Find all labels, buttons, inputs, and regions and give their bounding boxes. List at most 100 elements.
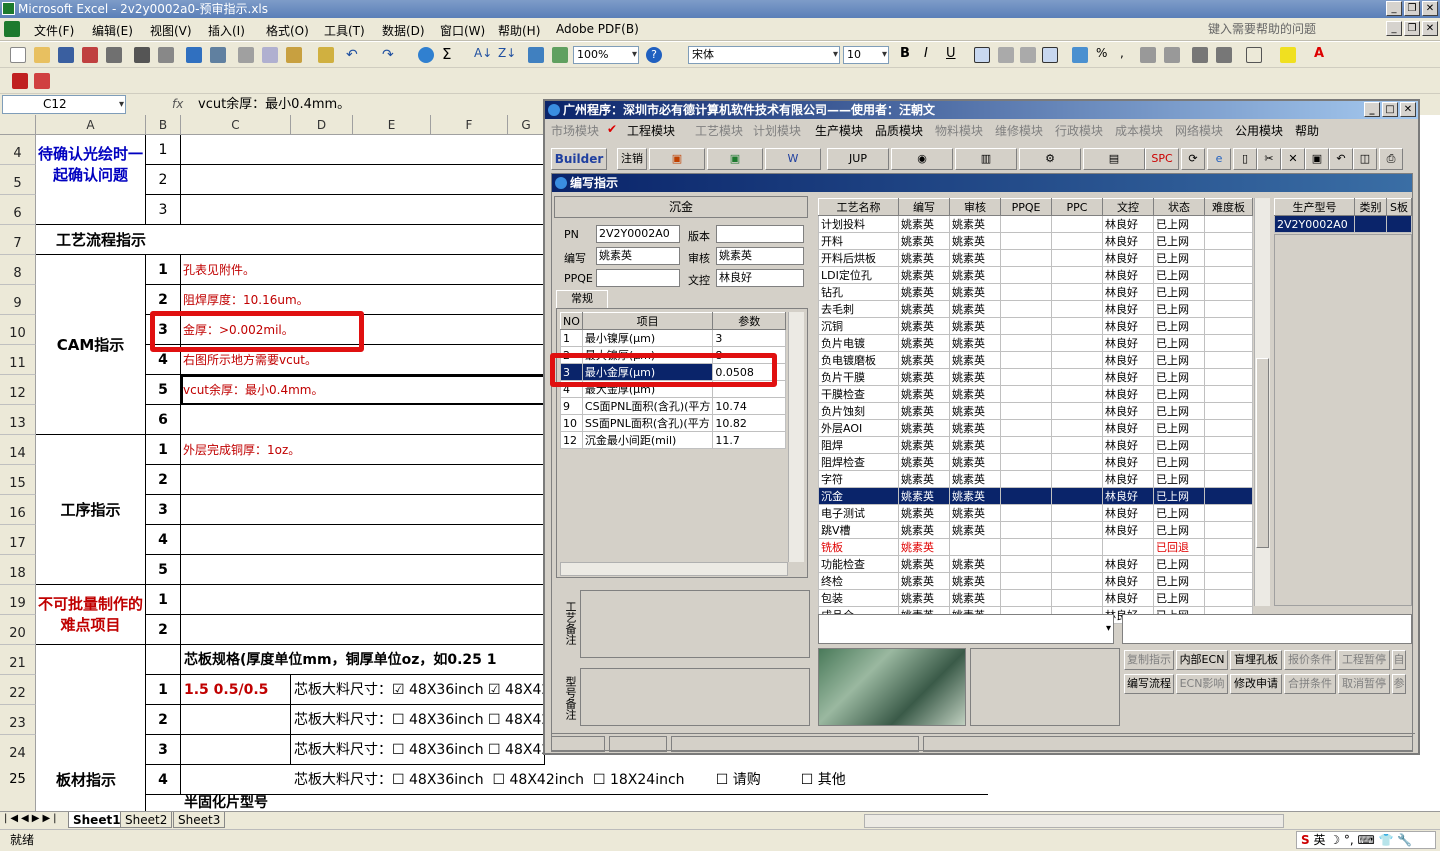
paste-icon[interactable]: [286, 47, 302, 63]
ppqe-field[interactable]: [596, 269, 680, 287]
process-row[interactable]: 计划投料 姚素英 姚素英 林良好 已上网: [818, 215, 1253, 233]
action-button[interactable]: 修改申请: [1230, 674, 1282, 694]
process-row[interactable]: 包装 姚素英 姚素英 林良好 已上网: [818, 589, 1253, 607]
process-row[interactable]: 干膜检查 姚素英 姚素英 林良好 已上网: [818, 385, 1253, 403]
autosum-icon[interactable]: Σ: [442, 45, 458, 63]
hyperlink-icon[interactable]: [418, 47, 434, 63]
process-header[interactable]: PPC: [1051, 198, 1103, 216]
help-search-input[interactable]: 键入需要帮助的问题: [1208, 20, 1388, 38]
undo-tool-icon[interactable]: ↶: [1329, 148, 1353, 170]
chart-wizard-icon[interactable]: [528, 47, 544, 63]
process-row[interactable]: 钻孔 姚素英 姚素英 林良好 已上网: [818, 283, 1253, 301]
increase-decimal-icon[interactable]: [1140, 47, 1156, 63]
col-header-b[interactable]: B: [146, 115, 181, 135]
menu-craft[interactable]: 工艺模块: [695, 122, 743, 139]
tab-sheet3[interactable]: Sheet3: [173, 812, 226, 828]
row-header[interactable]: 15: [0, 465, 36, 495]
horizontal-scrollbar[interactable]: [864, 814, 1284, 828]
print-preview-icon[interactable]: [158, 47, 174, 63]
row-header[interactable]: 24: [0, 735, 36, 765]
model-row[interactable]: 2V2Y0002A0: [1274, 215, 1412, 233]
doc-restore-button[interactable]: ❐: [1404, 21, 1420, 36]
version-field[interactable]: [716, 225, 804, 243]
copy-icon[interactable]: [262, 47, 278, 63]
menu-format[interactable]: 格式(O): [266, 22, 309, 39]
percent-icon[interactable]: %: [1096, 46, 1112, 62]
process-vscroll[interactable]: [1254, 198, 1270, 606]
col-header-e[interactable]: E: [353, 115, 431, 135]
cell[interactable]: [181, 195, 545, 225]
item-no[interactable]: 4: [146, 765, 181, 795]
core-size-row[interactable]: 芯板大料尺寸：☐ 48X36inch ☐ 48X42inch: [291, 705, 545, 735]
process-row[interactable]: 电子测试 姚素英 姚素英 林良好 已上网: [818, 504, 1253, 522]
restore-button[interactable]: ❐: [1404, 1, 1420, 16]
eye-icon[interactable]: ◉: [891, 148, 953, 170]
item-no[interactable]: 2: [146, 615, 181, 645]
checkbox[interactable]: ☐: [488, 712, 501, 728]
name-box[interactable]: C12: [2, 95, 126, 114]
row-header[interactable]: 18: [0, 555, 36, 585]
item-no[interactable]: 3: [146, 735, 181, 765]
item-no[interactable]: 2: [146, 705, 181, 735]
new-icon[interactable]: [10, 47, 26, 63]
row-header[interactable]: 25: [0, 765, 36, 795]
params-vscroll[interactable]: [788, 312, 804, 562]
process-row[interactable]: 阻焊 姚素英 姚素英 林良好 已上网: [818, 436, 1253, 454]
action-button[interactable]: 自: [1392, 650, 1406, 670]
ie-icon[interactable]: e: [1207, 148, 1231, 170]
save-icon[interactable]: [58, 47, 74, 63]
cell[interactable]: [181, 135, 545, 165]
research-icon[interactable]: [210, 47, 226, 63]
process-item[interactable]: [181, 495, 545, 525]
menu-market[interactable]: 市场模块: [551, 122, 599, 139]
row-header[interactable]: 19: [0, 585, 36, 615]
process-label[interactable]: 工序指示: [36, 435, 146, 585]
word-tool-icon[interactable]: W: [765, 148, 821, 170]
align-center-icon[interactable]: [998, 47, 1014, 63]
row25-content[interactable]: 芯板大料尺寸：☐ 48X36inch ☐ 48X42inch ☐ 18X24in…: [181, 765, 988, 795]
row-header[interactable]: 23: [0, 705, 36, 735]
item-no[interactable]: 2: [146, 465, 181, 495]
borders-icon[interactable]: [1246, 47, 1262, 63]
cell[interactable]: [146, 645, 181, 675]
menu-common[interactable]: 公用模块: [1235, 122, 1283, 139]
doc-field[interactable]: 林良好: [716, 269, 804, 287]
param-row[interactable]: 10 SS面PNL面积(含孔)(平方 10.82: [560, 414, 786, 432]
param-value[interactable]: 10.74: [712, 397, 786, 415]
spelling-icon[interactable]: [186, 47, 202, 63]
action-button[interactable]: 复制指示: [1124, 650, 1174, 670]
tab-sheet2[interactable]: Sheet2: [120, 812, 173, 828]
item-no[interactable]: 5: [146, 555, 181, 585]
tab-general[interactable]: 常规: [556, 290, 608, 308]
doc-close-button[interactable]: ✕: [1422, 21, 1438, 36]
format-painter-icon[interactable]: [318, 47, 334, 63]
row-header[interactable]: 16: [0, 495, 36, 525]
row-header[interactable]: 14: [0, 435, 36, 465]
scissors-icon[interactable]: ✂: [1257, 148, 1281, 170]
row-header[interactable]: 6: [0, 195, 36, 225]
row-header[interactable]: 7: [0, 225, 36, 255]
tool-icon-1[interactable]: ▣: [649, 148, 705, 170]
font-color-icon[interactable]: A: [1314, 46, 1330, 62]
action-button[interactable]: 参: [1392, 674, 1406, 694]
checkbox[interactable]: ☐: [392, 742, 405, 758]
item-no[interactable]: 2: [146, 165, 181, 195]
worksheet-grid-edge[interactable]: [1420, 115, 1440, 755]
menu-maintenance[interactable]: 维修模块: [995, 122, 1043, 139]
row-header[interactable]: 9: [0, 285, 36, 315]
print-tool-icon[interactable]: ⎙: [1379, 148, 1403, 170]
menu-window[interactable]: 窗口(W): [440, 22, 485, 39]
action-button[interactable]: ECN影响: [1176, 674, 1228, 694]
remark-field[interactable]: [1122, 614, 1412, 644]
item-no[interactable]: 1: [146, 435, 181, 465]
process-row[interactable]: 负片电镀 姚素英 姚素英 林良好 已上网: [818, 334, 1253, 352]
convert-pdf-icon[interactable]: [12, 73, 28, 89]
checkbox[interactable]: ☐: [492, 772, 505, 788]
param-value[interactable]: 11.7: [712, 431, 786, 449]
reviewer-field[interactable]: 姚素英: [716, 247, 804, 265]
row-header[interactable]: 13: [0, 405, 36, 435]
font-select[interactable]: 宋体: [688, 46, 840, 64]
difficulty-label[interactable]: 不可批量制作的难点项目: [36, 585, 146, 645]
increase-indent-icon[interactable]: [1216, 47, 1232, 63]
process-header[interactable]: 编写: [898, 198, 950, 216]
